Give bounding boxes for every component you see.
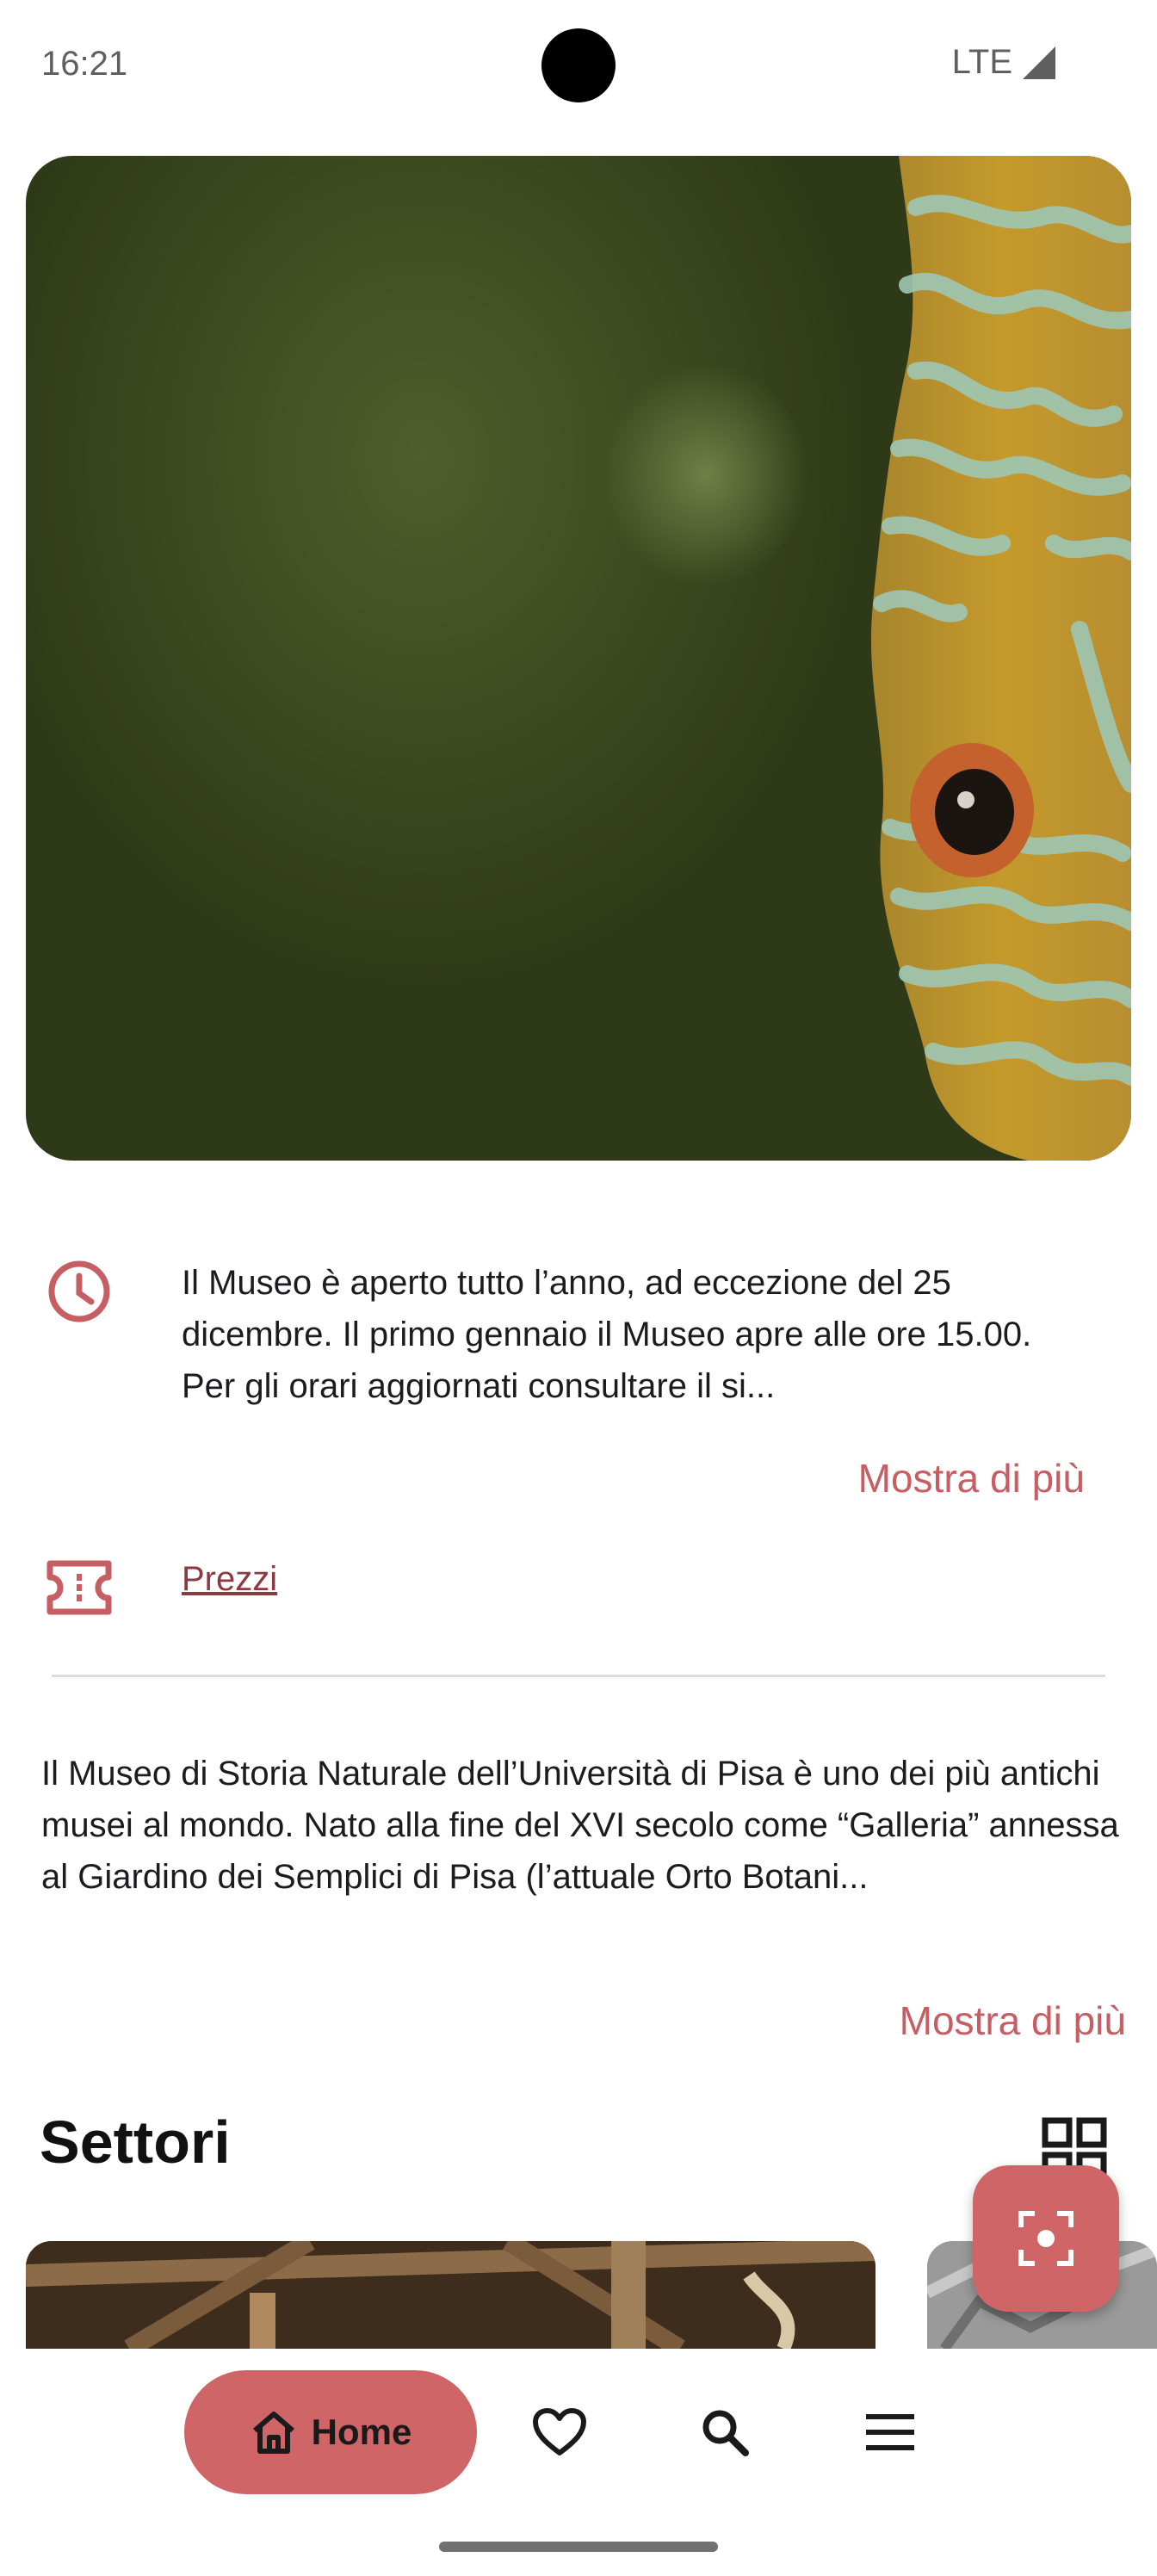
qr-scan-button[interactable] xyxy=(973,2165,1119,2312)
sectors-title: Settori xyxy=(40,2108,231,2176)
status-bar: 16:21 LTE xyxy=(0,0,1157,129)
qr-scan-icon xyxy=(1018,2211,1073,2266)
status-time: 16:21 xyxy=(41,45,128,83)
nav-menu-button[interactable] xyxy=(856,2398,925,2467)
menu-icon xyxy=(866,2414,914,2450)
nav-home-button[interactable]: Home xyxy=(184,2370,477,2494)
nav-search-button[interactable] xyxy=(690,2398,759,2467)
prices-link[interactable]: Prezzi xyxy=(182,1560,277,1599)
show-more-description-button[interactable]: Mostra di più xyxy=(900,1997,1126,2044)
divider xyxy=(52,1675,1105,1677)
museum-description: Il Museo di Storia Naturale dell’Univers… xyxy=(41,1755,1119,1896)
signal-icon xyxy=(1023,46,1055,79)
ticket-icon xyxy=(46,1560,112,1615)
opening-hours-text: Il Museo è aperto tutto l’anno, ad eccez… xyxy=(182,1264,1032,1405)
sector-card-image xyxy=(26,2241,875,2349)
nav-home-label: Home xyxy=(311,2412,412,2452)
hero-image xyxy=(26,156,1131,1161)
search-icon xyxy=(702,2410,749,2456)
bottom-navigation: Home xyxy=(0,2349,1157,2576)
fish-image xyxy=(870,156,1131,1161)
heart-icon xyxy=(533,2408,586,2455)
camera-cutout xyxy=(541,28,616,102)
sector-card[interactable] xyxy=(26,2241,875,2349)
home-icon xyxy=(252,2412,294,2454)
status-indicators: LTE xyxy=(952,43,1055,82)
clock-icon xyxy=(48,1260,110,1322)
show-more-hours-button[interactable]: Mostra di più xyxy=(858,1455,1085,1502)
gesture-bar[interactable] xyxy=(439,2542,718,2552)
network-type: LTE xyxy=(951,43,1012,81)
nav-favorites-button[interactable] xyxy=(525,2398,594,2467)
